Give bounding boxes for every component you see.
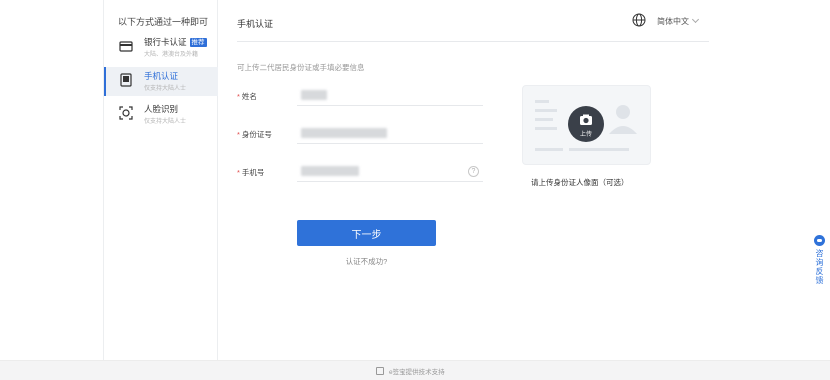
language-label: 简体中文 <box>657 17 689 26</box>
required-mark: * <box>237 168 240 177</box>
verification-failed-link[interactable]: 认证不成功? <box>297 256 436 267</box>
sidebar-item-subtitle: 大陆、港澳台及外籍 <box>144 52 199 58</box>
header-divider <box>237 41 709 42</box>
page-title: 手机认证 <box>237 19 274 29</box>
upload-caption: 请上传身份证人像面（可选） <box>531 178 629 187</box>
sidebar-item-phone[interactable]: 手机认证 仅支持大陆人士 <box>104 67 218 96</box>
next-step-button[interactable]: 下一步 <box>297 220 436 246</box>
sidebar-item-bank-card[interactable]: 银行卡认证 推荐 大陆、港澳台及外籍 <box>104 33 218 62</box>
upload-label: 上传 <box>579 132 592 138</box>
language-select[interactable]: 简体中文 <box>657 15 700 27</box>
feedback-widget[interactable]: 咨询反馈 <box>812 235 827 301</box>
footer: e签宝提供技术支持 <box>0 360 830 380</box>
redacted-name <box>301 90 327 100</box>
redacted-phone <box>301 166 359 176</box>
sidebar-item-label: 银行卡认证 推荐 <box>144 37 207 47</box>
feedback-label: 咨询反馈 <box>815 249 824 285</box>
sidebar-item-subtitle: 仅支持大陆人士 <box>144 86 187 92</box>
redacted-id-number <box>301 128 387 138</box>
sidebar-item-label: 手机认证 <box>144 71 179 81</box>
footer-text: e签宝提供技术支持 <box>389 369 445 376</box>
id-number-label: * 身份证号 <box>237 130 272 139</box>
recommend-badge: 推荐 <box>189 38 207 47</box>
sidebar: 以下方式通过一种即可 银行卡认证 推荐 大陆、港澳台及外籍 手机认证 仅支持大陆人… <box>103 0 218 360</box>
sidebar-heading: 以下方式通过一种即可 <box>118 17 209 27</box>
intro-text: 可上传二代居民身份证或手填必要信息 <box>237 63 365 72</box>
required-mark: * <box>237 130 240 139</box>
chat-icon <box>814 235 825 246</box>
bank-card-icon <box>119 41 133 52</box>
name-label: * 姓名 <box>237 92 257 101</box>
sidebar-item-label: 人脸识别 <box>144 104 179 114</box>
esign-logo-icon <box>376 367 384 375</box>
sidebar-item-subtitle: 仅支持大陆人士 <box>144 119 187 125</box>
face-scan-icon <box>119 106 133 120</box>
required-mark: * <box>237 92 240 101</box>
sidebar-item-face[interactable]: 人脸识别 仅支持大陆人士 <box>104 100 218 129</box>
globe-icon[interactable] <box>632 13 646 27</box>
chevron-down-icon <box>691 15 700 24</box>
help-icon[interactable]: ? <box>468 166 479 177</box>
phone-label: * 手机号 <box>237 168 265 177</box>
phone-icon <box>120 73 132 87</box>
page: 以下方式通过一种即可 银行卡认证 推荐 大陆、港澳台及外籍 手机认证 仅支持大陆人… <box>0 0 830 380</box>
